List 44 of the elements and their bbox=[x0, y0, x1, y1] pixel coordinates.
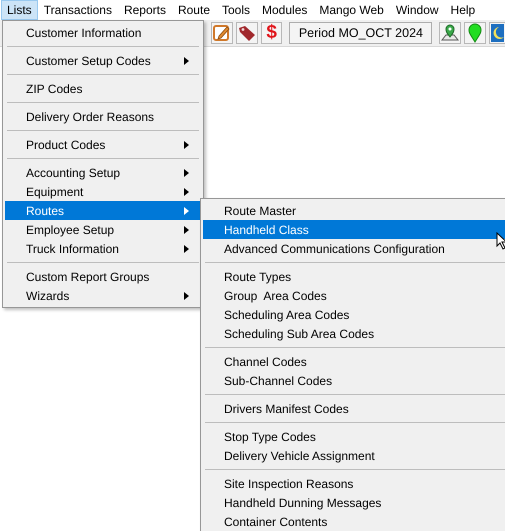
menu-item[interactable]: Equipment bbox=[5, 182, 201, 201]
menu-item[interactable]: Handheld Dunning Messages bbox=[203, 493, 505, 512]
period-button[interactable]: Period MO_OCT 2024 bbox=[289, 22, 432, 44]
menu-bar-item[interactable]: Lists bbox=[1, 0, 38, 20]
menu-item[interactable]: Route Types bbox=[203, 267, 505, 286]
menu-bar-item[interactable]: Window bbox=[390, 0, 445, 20]
menu-item[interactable]: Product Codes bbox=[5, 135, 201, 154]
menu-item[interactable]: Truck Information bbox=[5, 239, 201, 258]
moon-icon[interactable] bbox=[489, 22, 505, 44]
menu-bar-item[interactable]: Mango Web bbox=[313, 0, 390, 20]
menu-item[interactable]: Group Area Codes bbox=[203, 286, 505, 305]
mouse-cursor-icon bbox=[496, 232, 505, 250]
menu-bar-item[interactable]: Help bbox=[444, 0, 482, 20]
menu-item[interactable]: Advanced Communications Configuration bbox=[203, 239, 505, 258]
menu-item[interactable]: Site Inspection Reasons bbox=[203, 474, 505, 493]
menu-item[interactable]: Scheduling Sub Area Codes bbox=[203, 324, 505, 343]
menu-bar-item[interactable]: Transactions bbox=[38, 0, 118, 20]
menu-item[interactable]: Customer Setup Codes bbox=[5, 51, 201, 70]
menu-item[interactable]: Custom Report Groups bbox=[5, 267, 201, 286]
menu-item[interactable]: ZIP Codes bbox=[5, 79, 201, 98]
menu-item[interactable]: Delivery Order Reasons bbox=[5, 107, 201, 126]
dollar-button[interactable]: $ bbox=[260, 22, 282, 44]
menu-bar-item[interactable]: Modules bbox=[256, 0, 314, 20]
location-pin-icon[interactable] bbox=[464, 22, 486, 44]
tag-icon[interactable] bbox=[236, 22, 258, 44]
menu-item[interactable]: Drivers Manifest Codes bbox=[203, 399, 505, 418]
menu-item[interactable]: Delivery Vehicle Assignment bbox=[203, 446, 505, 465]
pencil-note-icon[interactable] bbox=[210, 22, 233, 44]
menu-item[interactable]: Wizards bbox=[5, 286, 201, 305]
menu-item[interactable]: Accounting Setup bbox=[5, 163, 201, 182]
menu-item[interactable]: Channel Codes bbox=[203, 352, 505, 371]
menu-item[interactable]: Handheld Class bbox=[203, 220, 505, 239]
menu-bar-item[interactable]: Reports bbox=[118, 0, 172, 20]
menu-item[interactable]: Employee Setup bbox=[5, 220, 201, 239]
menu-item[interactable]: Customer Information bbox=[5, 23, 201, 42]
menu-item[interactable]: Route Master bbox=[203, 201, 505, 220]
menu-item[interactable]: Sub-Channel Codes bbox=[203, 371, 505, 390]
menu-bar-item[interactable]: Tools bbox=[216, 0, 256, 20]
menu-item[interactable]: Routes bbox=[5, 201, 201, 220]
menu-item[interactable]: Container Contents bbox=[203, 512, 505, 531]
menu-bar-item[interactable]: Route bbox=[172, 0, 216, 20]
map-pin-icon[interactable] bbox=[439, 22, 462, 44]
menu-item[interactable]: Scheduling Area Codes bbox=[203, 305, 505, 324]
menu-item[interactable]: Stop Type Codes bbox=[203, 427, 505, 446]
